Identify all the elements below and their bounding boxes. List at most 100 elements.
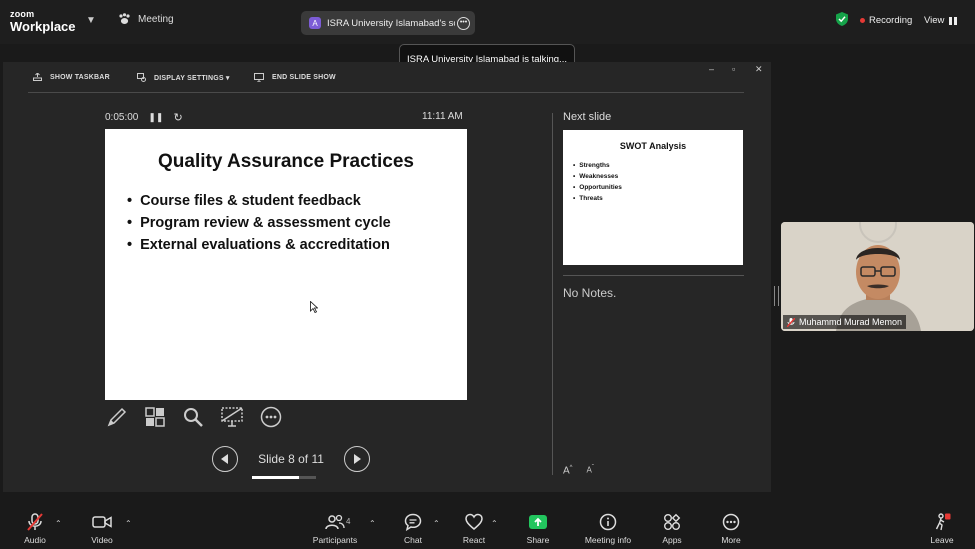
- slide-counter[interactable]: Slide 8 of 11: [238, 452, 344, 479]
- display-settings-icon: [137, 73, 146, 82]
- presenter-avatar: A: [309, 17, 321, 29]
- timer-value: 0:05:00: [105, 112, 139, 123]
- zoom-search-icon[interactable]: [182, 406, 204, 433]
- meeting-info-button[interactable]: Meeting info: [583, 513, 633, 545]
- increase-font-icon[interactable]: A^: [563, 465, 573, 476]
- close-icon[interactable]: ✕: [755, 64, 763, 75]
- participant-name: Muhammd Murad Memon: [799, 317, 903, 327]
- logo-small-text: zoom: [10, 9, 35, 19]
- view-label: View: [924, 15, 945, 26]
- next-slide-bullet: Strengths: [573, 162, 622, 169]
- next-slide-label: Next slide: [563, 111, 612, 123]
- react-button[interactable]: React: [449, 513, 499, 545]
- chat-options-chevron-icon[interactable]: ⌃: [433, 519, 440, 528]
- shared-screen: SHOW TASKBAR DISPLAY SETTINGS ▾ END SLID…: [3, 62, 771, 492]
- meeting-tab-label: Meeting: [138, 13, 174, 25]
- toolbar-divider: [28, 92, 744, 93]
- slide-navigation: Slide 8 of 11: [212, 446, 370, 479]
- audio-button[interactable]: Audio: [10, 513, 60, 545]
- slide-progress-bar: [252, 476, 316, 479]
- pause-icon[interactable]: ❚❚: [148, 112, 163, 123]
- video-label: Video: [91, 535, 113, 545]
- apps-label: Apps: [662, 535, 682, 545]
- resize-handle[interactable]: [774, 286, 779, 306]
- chat-icon: [404, 513, 422, 531]
- presenter-toolbar: SHOW TASKBAR DISPLAY SETTINGS ▾ END SLID…: [3, 62, 771, 94]
- chevron-down-icon[interactable]: ▼: [86, 15, 96, 26]
- slide-progress-fill: [252, 476, 299, 479]
- slide-counter-text: Slide 8 of 11: [258, 452, 324, 466]
- grid-icon: [949, 16, 958, 25]
- leave-label: Leave: [930, 535, 954, 545]
- leave-button[interactable]: Leave: [917, 513, 967, 545]
- recording-dot-icon: [860, 18, 865, 23]
- pen-icon[interactable]: [106, 406, 128, 433]
- microphone-muted-icon: [27, 513, 43, 531]
- chat-button[interactable]: Chat: [388, 513, 438, 545]
- view-button[interactable]: View: [924, 15, 958, 26]
- minimize-icon[interactable]: –: [709, 64, 714, 74]
- next-slide-title: SWOT Analysis: [619, 141, 687, 151]
- chat-label: Chat: [404, 535, 422, 545]
- next-slide-bullet: Weaknesses: [573, 173, 622, 180]
- notes-divider: [563, 275, 744, 276]
- participants-count-badge: 4: [346, 517, 351, 526]
- video-camera-icon: [92, 516, 112, 528]
- mouse-cursor-icon: [310, 301, 318, 313]
- react-label: React: [462, 535, 486, 545]
- zoom-workplace-logo[interactable]: zoom Workplace: [10, 9, 76, 34]
- next-slide-button[interactable]: [344, 446, 370, 472]
- end-slide-show-label: END SLIDE SHOW: [272, 74, 336, 81]
- more-options-icon[interactable]: •••: [457, 16, 470, 30]
- more-label: More: [721, 535, 741, 545]
- next-slide-preview[interactable]: SWOT Analysis Strengths Weaknesses Oppor…: [563, 130, 743, 265]
- current-slide[interactable]: Quality Assurance Practices Course files…: [105, 129, 467, 400]
- previous-slide-button[interactable]: [212, 446, 238, 472]
- audio-label: Audio: [24, 535, 46, 545]
- see-all-slides-icon[interactable]: [144, 406, 166, 433]
- slide-timer: 0:05:00 ❚❚ ↻: [105, 111, 183, 124]
- share-button[interactable]: Share: [513, 513, 563, 545]
- react-options-chevron-icon[interactable]: ⌃: [491, 519, 498, 528]
- restore-icon[interactable]: ▫: [732, 64, 735, 74]
- show-taskbar-label: SHOW TASKBAR: [50, 73, 110, 81]
- recording-indicator[interactable]: Recording: [860, 15, 912, 26]
- meeting-info-label: Meeting info: [584, 535, 632, 545]
- next-slide-bullet: Threats: [573, 195, 622, 202]
- participants-options-chevron-icon[interactable]: ⌃: [369, 519, 376, 528]
- end-slide-show-button[interactable]: END SLIDE SHOW: [254, 73, 336, 82]
- more-options-icon[interactable]: [260, 406, 282, 433]
- shared-screen-tab-label: ISRA University Islamabad's screen: [327, 17, 455, 29]
- slide-title: Quality Assurance Practices: [158, 151, 414, 172]
- display-settings-button[interactable]: DISPLAY SETTINGS ▾: [137, 73, 230, 82]
- restart-icon[interactable]: ↻: [173, 111, 182, 124]
- heart-icon: [465, 513, 483, 530]
- more-button[interactable]: More: [706, 513, 756, 545]
- next-slide-bullet-list: Strengths Weaknesses Opportunities Threa…: [573, 162, 622, 206]
- meeting-tab[interactable]: Meeting: [118, 13, 174, 25]
- participants-button[interactable]: Participants: [310, 513, 360, 545]
- show-taskbar-button[interactable]: SHOW TASKBAR: [33, 73, 110, 81]
- participant-video-tile[interactable]: Muhammd Murad Memon: [781, 222, 974, 331]
- logo-big-text: Workplace: [10, 19, 76, 34]
- decrease-font-icon[interactable]: Aˇ: [587, 465, 594, 476]
- next-slide-bullet: Opportunities: [573, 184, 622, 191]
- previous-arrow-icon: [221, 454, 228, 464]
- audio-options-chevron-icon[interactable]: ⌃: [55, 519, 62, 528]
- apps-button[interactable]: Apps: [647, 513, 697, 545]
- slide-bullet: Program review & assessment cycle: [127, 215, 391, 231]
- shield-icon[interactable]: [836, 12, 848, 26]
- black-screen-icon[interactable]: [220, 406, 244, 433]
- share-screen-icon: [529, 515, 547, 529]
- participant-name-label: Muhammd Murad Memon: [783, 315, 907, 329]
- microphone-muted-icon: [787, 317, 795, 327]
- video-button[interactable]: Video: [77, 513, 127, 545]
- more-icon: [722, 513, 740, 531]
- speaker-notes: No Notes.: [563, 286, 617, 300]
- taskbar-icon: [33, 73, 42, 81]
- shared-screen-tab[interactable]: A ISRA University Islamabad's screen •••: [301, 11, 475, 35]
- slide-bullet: External evaluations & accreditation: [127, 237, 391, 253]
- next-arrow-icon: [354, 454, 361, 464]
- video-options-chevron-icon[interactable]: ⌃: [125, 519, 132, 528]
- slide-tools: [106, 406, 282, 433]
